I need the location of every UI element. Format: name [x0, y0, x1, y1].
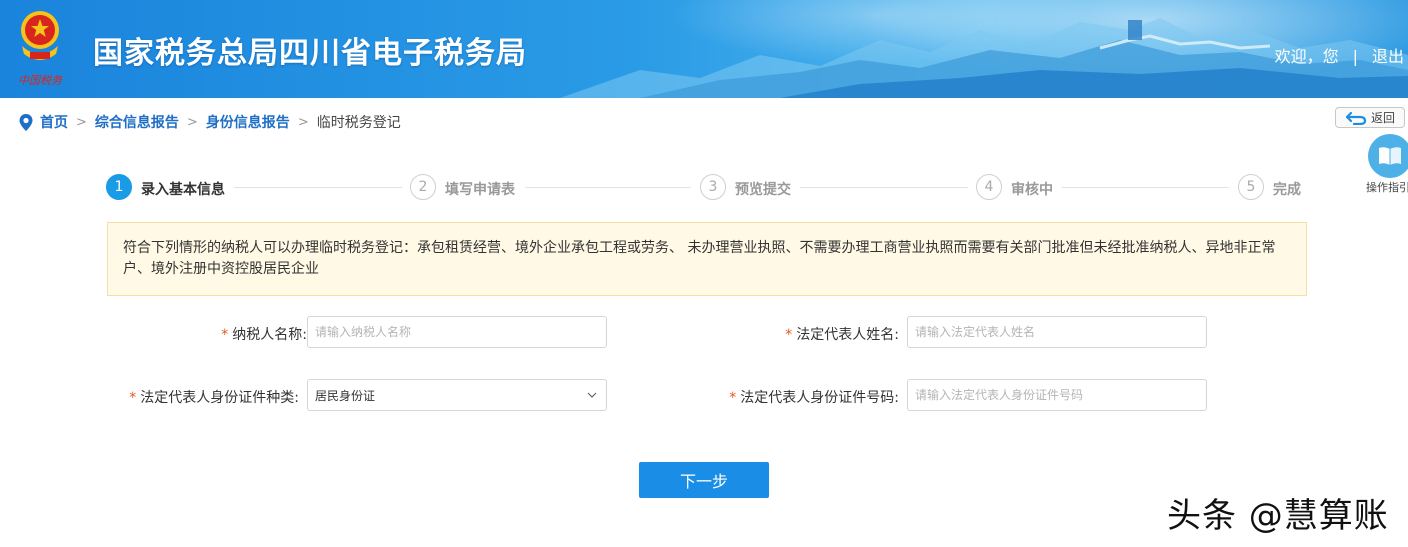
legal-rep-name-label: * 法定代表人姓名:: [785, 324, 899, 344]
required-mark: *: [221, 327, 229, 343]
breadcrumb-separator: >: [297, 114, 309, 130]
breadcrumb-separator: >: [186, 114, 198, 130]
breadcrumb-identity-report[interactable]: 身份信息报告: [206, 112, 290, 132]
next-step-label: 下一步: [679, 472, 728, 491]
breadcrumb-separator: >: [76, 114, 87, 130]
step-5-label: 完成: [1273, 182, 1301, 198]
location-pin-icon: [19, 113, 33, 131]
next-step-button[interactable]: 下一步: [639, 462, 769, 498]
id-type-label: * 法定代表人身份证件种类:: [129, 387, 299, 407]
user-bar: 欢迎，您 | 退出: [1275, 43, 1404, 67]
progress-steps: 1 录入基本信息 2 填写申请表 3 预览提交 4 审核中 5 完成: [0, 174, 1408, 204]
legal-rep-name-input[interactable]: [907, 316, 1207, 348]
id-type-selected-value: 居民身份证: [315, 388, 376, 403]
id-type-select[interactable]: 居民身份证: [307, 379, 607, 411]
required-mark: *: [129, 390, 137, 406]
step-4-label: 审核中: [1011, 182, 1053, 198]
breadcrumb-current: 临时税务登记: [316, 115, 401, 131]
step-1-number: 1: [106, 174, 132, 200]
taxpayer-name-input[interactable]: [307, 316, 607, 348]
back-button[interactable]: 返回: [1335, 107, 1405, 128]
step-1-label: 录入基本信息: [141, 182, 225, 198]
step-connector: [234, 187, 402, 188]
step-3-number: 3: [700, 174, 726, 200]
eligibility-notice: 符合下列情形的纳税人可以办理临时税务登记：承包租赁经营、境外企业承包工程或劳务、…: [107, 222, 1307, 296]
breadcrumb: 首页 > 综合信息报告 > 身份信息报告 > 临时税务登记: [19, 112, 401, 132]
logout-link[interactable]: 退出: [1372, 47, 1404, 66]
breadcrumb-info-report[interactable]: 综合信息报告: [95, 112, 179, 132]
notice-text: 符合下列情形的纳税人可以办理临时税务登记：承包租赁经营、境外企业承包工程或劳务、…: [123, 240, 1276, 277]
id-type-label-text: 法定代表人身份证件种类:: [140, 390, 299, 406]
back-arrow-icon: [1345, 111, 1367, 125]
step-connector: [525, 187, 691, 188]
tax-emblem-logo: 中国税务: [18, 11, 63, 87]
site-header: 中国税务 国家税务总局四川省电子税务局 欢迎，您 | 退出: [0, 0, 1408, 98]
step-5-number: 5: [1238, 174, 1264, 200]
id-number-label-text: 法定代表人身份证件号码:: [740, 390, 899, 406]
guide-circle: [1368, 134, 1408, 178]
step-2-label: 填写申请表: [445, 182, 515, 198]
legal-rep-name-label-text: 法定代表人姓名:: [796, 327, 899, 343]
taxpayer-name-label: * 纳税人名称:: [221, 324, 307, 344]
step-connector: [1062, 187, 1229, 188]
step-2-number: 2: [410, 174, 436, 200]
book-icon: [1379, 147, 1401, 165]
taxpayer-name-label-text: 纳税人名称:: [232, 327, 307, 343]
back-button-label: 返回: [1370, 111, 1395, 125]
svg-text:中国税务: 中国税务: [18, 74, 63, 87]
step-3-label: 预览提交: [735, 182, 791, 198]
required-mark: *: [785, 327, 793, 343]
step-4-number: 4: [976, 174, 1002, 200]
breadcrumb-home[interactable]: 首页: [40, 112, 68, 132]
id-number-label: * 法定代表人身份证件号码:: [729, 387, 899, 407]
step-connector: [800, 187, 968, 188]
watermark-text: 头条 @慧算账: [1167, 496, 1389, 536]
id-number-input[interactable]: [907, 379, 1207, 411]
user-bar-separator: |: [1352, 47, 1358, 66]
site-title: 国家税务总局四川省电子税务局: [93, 36, 527, 71]
required-mark: *: [729, 390, 737, 406]
welcome-text: 欢迎，您: [1274, 47, 1339, 66]
chevron-down-icon: [587, 392, 597, 398]
